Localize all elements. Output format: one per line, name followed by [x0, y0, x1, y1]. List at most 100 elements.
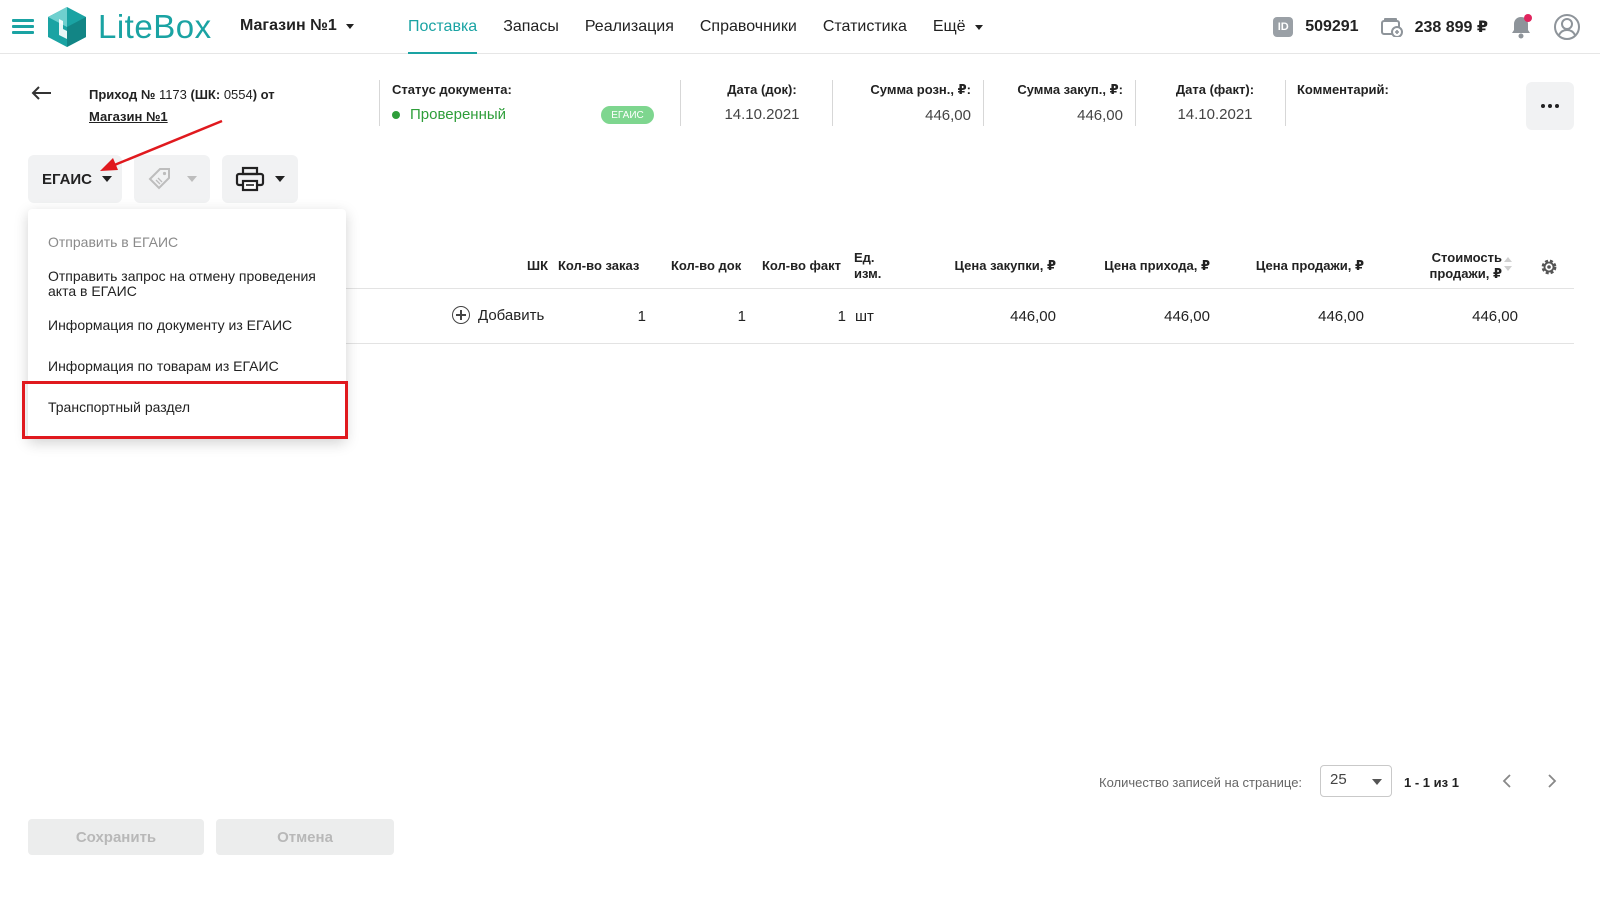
chevron-down-icon	[345, 23, 354, 29]
top-bar: LiteBox Магазин №1 Поставка Запасы Реали…	[0, 0, 1600, 54]
more-actions-button[interactable]	[1526, 82, 1574, 130]
date-fact-field: Дата (факт): 14.10.2021	[1160, 82, 1270, 128]
menu-item-transport-section[interactable]: Транспортный раздел	[48, 400, 338, 415]
cell-price-sale: 446,00	[1318, 308, 1364, 325]
chevron-down-icon	[974, 24, 983, 30]
store-selector[interactable]: Магазин №1	[240, 17, 354, 35]
menu-icon[interactable]	[12, 19, 34, 35]
nav-more-label: Ещё	[932, 18, 966, 35]
wallet-icon	[1380, 18, 1403, 37]
cell-qty-order: 1	[637, 308, 646, 325]
next-page-icon[interactable]	[1545, 772, 1559, 790]
table-divider	[346, 343, 1574, 344]
divider	[680, 80, 681, 126]
user-avatar-icon[interactable]	[1554, 14, 1580, 40]
egais-badge: ЕГАИС	[601, 106, 654, 124]
id-icon: ID	[1273, 17, 1294, 37]
sum-purchase-value: 446,00	[1077, 107, 1123, 124]
add-product-button[interactable]: Добавить	[452, 306, 544, 324]
col-header-price-sale: Цена продажи, ₽	[1255, 258, 1364, 273]
menu-item-cancel-act-request[interactable]: Отправить запрос на отмену проведения ак…	[48, 269, 338, 299]
nav-directories[interactable]: Справочники	[687, 0, 810, 54]
col-header-price-purchase: Цена закупки, ₽	[954, 258, 1056, 273]
dot	[1548, 104, 1552, 108]
dot	[1541, 104, 1545, 108]
divider	[832, 80, 833, 126]
divider	[1285, 80, 1286, 126]
status-dot	[392, 111, 400, 120]
doc-number: 1173	[158, 87, 187, 102]
logo-text: LiteBox	[98, 8, 212, 45]
sum-retail-label: Сумма розн., ₽:	[870, 82, 971, 97]
price-tag-button[interactable]	[134, 155, 210, 203]
col-header-qty-order: Кол-во заказ	[558, 258, 640, 273]
logo[interactable]: LiteBox	[46, 5, 212, 49]
cell-qty-fact: 1	[837, 308, 846, 325]
date-doc-label: Дата (док):	[727, 82, 797, 97]
add-product-label: Добавить	[478, 306, 545, 324]
add-circle-icon	[452, 306, 470, 324]
notification-dot	[1524, 14, 1532, 22]
nav-stock[interactable]: Запасы	[490, 0, 572, 54]
doc-store-link[interactable]: Магазин №1	[89, 109, 168, 124]
save-button[interactable]: Сохранить	[28, 819, 204, 855]
balance: 238 899 ₽	[1414, 19, 1488, 36]
main-nav: Поставка Запасы Реализация Справочники С…	[395, 0, 996, 54]
table-divider	[346, 288, 1574, 289]
document-title: Приход № 1173 (ШК: 0554) от Магазин №1	[89, 84, 359, 128]
page-size-label: Количество записей на странице:	[1099, 775, 1303, 790]
page-range: 1 - 1 из 1	[1404, 775, 1459, 790]
cell-qty-doc: 1	[737, 308, 746, 325]
date-doc-value: 14.10.2021	[724, 106, 800, 123]
doc-code-prefix: (ШК:	[190, 87, 221, 102]
gear-icon[interactable]	[1539, 257, 1559, 277]
divider	[379, 80, 380, 126]
date-doc-field: Дата (док): 14.10.2021	[712, 82, 812, 128]
nav-more[interactable]: Ещё	[920, 0, 996, 54]
col-header-qty-fact: Кол-во факт	[762, 258, 841, 273]
status-value: Проверенный	[410, 106, 507, 123]
sum-purchase-label: Сумма закуп., ₽:	[1017, 82, 1123, 97]
nav-supply[interactable]: Поставка	[395, 0, 490, 54]
page-size-select[interactable]: 25	[1320, 765, 1392, 797]
store-selector-label: Магазин №1	[240, 17, 337, 34]
cell-unit: шт	[855, 308, 874, 325]
cell-price-income: 446,00	[1164, 308, 1210, 325]
chevron-down-icon	[275, 176, 285, 182]
col-header-qty-doc: Кол-во док	[671, 258, 742, 273]
back-arrow-icon[interactable]	[30, 84, 52, 102]
printer-icon	[235, 166, 265, 192]
comment-label: Комментарий:	[1297, 82, 1389, 97]
col-header-barcode: ШК	[527, 258, 548, 273]
sum-purchase-field: Сумма закуп., ₽: 446,00	[996, 82, 1123, 128]
comment-field[interactable]: Комментарий:	[1297, 82, 1497, 128]
logo-icon	[48, 7, 86, 47]
sum-retail-field: Сумма розн., ₽: 446,00	[846, 82, 971, 128]
divider	[1135, 80, 1136, 126]
col-header-unit: Ед. изм.	[854, 250, 882, 281]
dot	[1555, 104, 1559, 108]
prev-page-icon[interactable]	[1500, 772, 1514, 790]
print-button[interactable]	[222, 155, 298, 203]
account-info: ID 509291 238 899 ₽	[1273, 0, 1600, 54]
chevron-down-icon	[187, 176, 197, 182]
cancel-button[interactable]: Отмена	[216, 819, 394, 855]
egais-menu-button[interactable]: ЕГАИС	[28, 155, 122, 203]
doc-code: 0554	[223, 87, 253, 102]
divider	[983, 80, 984, 126]
nav-statistics[interactable]: Статистика	[810, 0, 920, 54]
date-fact-label: Дата (факт):	[1175, 82, 1255, 97]
col-header-sale-cost[interactable]: Стоимость продажи, ₽	[1412, 250, 1502, 282]
cell-price-purchase: 446,00	[1010, 308, 1056, 325]
sort-icon[interactable]	[1503, 256, 1513, 272]
notifications-button[interactable]	[1510, 14, 1532, 39]
menu-item-goods-info[interactable]: Информация по товарам из ЕГАИС	[48, 359, 338, 374]
date-fact-value: 14.10.2021	[1177, 106, 1253, 123]
doc-title-prefix: Приход №	[89, 87, 156, 102]
nav-sales[interactable]: Реализация	[572, 0, 687, 54]
page-size-value: 25	[1330, 771, 1347, 788]
status-label: Статус документа:	[392, 82, 512, 97]
menu-item-document-info[interactable]: Информация по документу из ЕГАИС	[48, 318, 338, 333]
egais-dropdown-menu: Отправить в ЕГАИС Отправить запрос на от…	[28, 209, 346, 439]
sum-retail-value: 446,00	[925, 107, 971, 124]
